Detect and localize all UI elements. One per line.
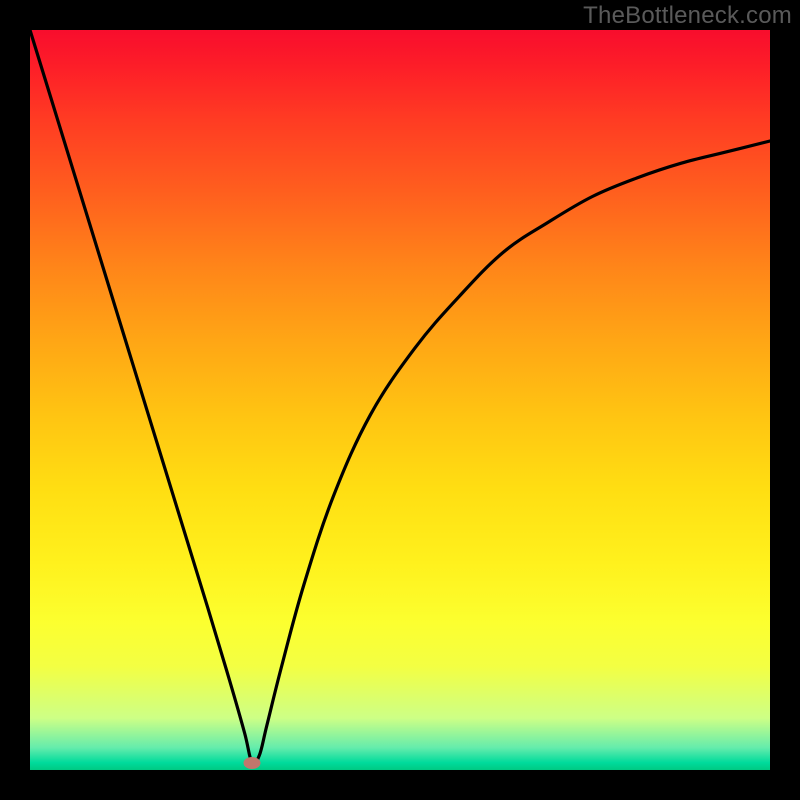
plot-area: [30, 30, 770, 770]
bottleneck-curve: [30, 30, 770, 764]
chart-frame: TheBottleneck.com: [0, 0, 800, 800]
watermark-text: TheBottleneck.com: [583, 2, 792, 30]
curve-svg: [30, 30, 770, 770]
minimum-point-marker: [244, 757, 261, 769]
